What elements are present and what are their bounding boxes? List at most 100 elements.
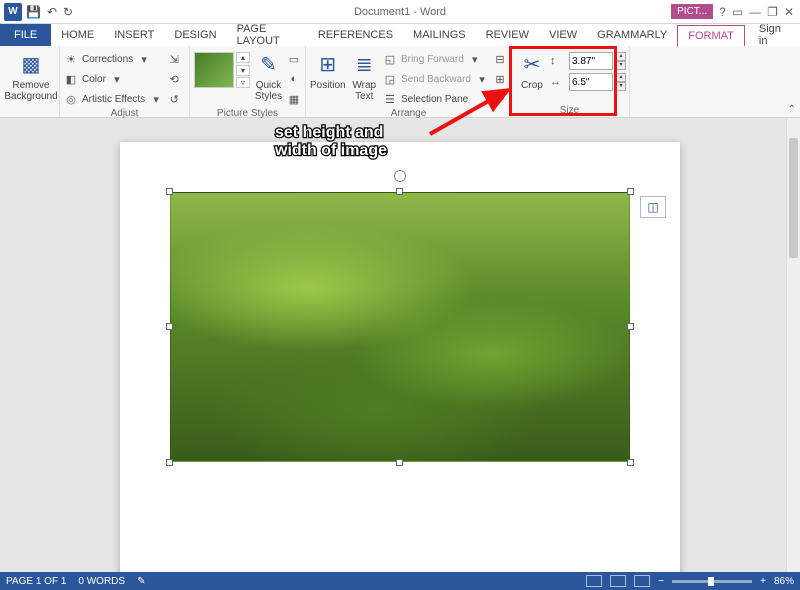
tab-page-layout[interactable]: PAGE LAYOUT [227,24,308,46]
width-input[interactable] [569,73,613,91]
change-picture-button[interactable]: ⟲ [167,70,181,88]
reset-icon: ↺ [167,92,181,106]
crop-button[interactable]: ✂ Crop [518,48,546,91]
tab-review[interactable]: REVIEW [476,24,539,46]
web-layout-icon[interactable] [634,575,650,587]
position-icon: ⊞ [314,50,342,78]
height-up-icon[interactable]: ▴ [616,52,626,61]
selection-pane-icon: ☰ [383,92,397,106]
tab-references[interactable]: REFERENCES [308,24,403,46]
annotation-line1: set height and [275,124,387,142]
contextual-tab-label: PICT... [671,4,713,19]
vertical-scrollbar[interactable] [786,118,800,572]
close-icon[interactable]: ✕ [784,5,794,19]
print-layout-icon[interactable] [610,575,626,587]
position-button[interactable]: ⊞ Position [310,48,346,91]
width-up-icon[interactable]: ▴ [616,73,626,82]
tab-home[interactable]: HOME [51,24,104,46]
color-label: Color [82,74,106,85]
picture-styles-gallery[interactable]: ▴ ▾ ▿ [194,48,250,88]
crop-icon: ✂ [518,50,546,78]
undo-icon[interactable]: ↶ [47,5,57,19]
chevron-down-icon: ▾ [149,92,163,106]
quick-styles-label: Quick Styles [255,80,282,102]
zoom-out-button[interactable]: − [658,576,664,587]
resize-handle-tl[interactable] [166,188,173,195]
color-button[interactable]: ◧Color▾ [64,70,163,88]
document-canvas: ◫ [0,118,800,572]
tab-file[interactable]: FILE [0,24,51,46]
height-input[interactable] [569,52,613,70]
ribbon: ▩ Remove Background ☀Corrections▾ ◧Color… [0,46,800,118]
help-icon[interactable]: ? [719,5,726,19]
proofing-icon[interactable]: ✎ [137,576,145,587]
gallery-down-icon[interactable]: ▾ [236,65,250,76]
read-mode-icon[interactable] [586,575,602,587]
minimize-icon[interactable]: — [749,5,761,19]
annotation-arrow-icon [420,84,520,144]
artistic-effects-button[interactable]: ◎Artistic Effects▾ [64,90,163,108]
collapse-ribbon-icon[interactable]: ⌃ [788,104,796,115]
chevron-down-icon: ▾ [468,52,482,66]
group-label-remove-bg [4,116,55,117]
send-backward-label: Send Backward [401,74,471,85]
tab-insert[interactable]: INSERT [104,24,164,46]
style-thumb[interactable] [194,52,234,88]
tab-grammarly[interactable]: GRAMMARLY [587,24,677,46]
layout-icon: ▦ [287,92,301,106]
wrap-text-icon: ≣ [350,50,378,78]
ribbon-display-options-icon[interactable]: ▭ [732,5,743,19]
scrollbar-thumb[interactable] [789,138,798,258]
rotate-handle[interactable] [394,170,406,182]
resize-handle-br[interactable] [627,459,634,466]
ribbon-tabs: FILE HOME INSERT DESIGN PAGE LAYOUT REFE… [0,24,800,46]
wrap-text-button[interactable]: ≣ Wrap Text [350,48,379,102]
align-button[interactable]: ⊟ [493,50,507,68]
height-icon: ↕ [550,55,566,67]
width-down-icon[interactable]: ▾ [616,82,626,91]
tab-view[interactable]: VIEW [539,24,587,46]
remove-background-button[interactable]: ▩ Remove Background [4,48,58,102]
height-field-row: ↕ ▴▾ [550,52,626,70]
restore-icon[interactable]: ❐ [767,5,778,19]
sign-in-link[interactable]: Sign in [745,24,800,46]
height-down-icon[interactable]: ▾ [616,61,626,70]
reset-picture-button[interactable]: ↺ [167,90,181,108]
title-bar: W 💾 ↶ ↻ Document1 - Word PICT... ? ▭ — ❐… [0,0,800,24]
artistic-label: Artistic Effects [82,94,145,105]
resize-handle-mr[interactable] [627,323,634,330]
zoom-slider[interactable] [672,580,752,583]
resize-handle-tm[interactable] [396,188,403,195]
inserted-picture[interactable] [170,192,630,462]
document-title: Document1 - Word [354,6,446,18]
redo-icon[interactable]: ↻ [63,5,73,19]
compress-icon: ⇲ [167,52,181,66]
word-count[interactable]: 0 WORDS [78,576,125,587]
resize-handle-bm[interactable] [396,459,403,466]
status-bar: PAGE 1 OF 1 0 WORDS ✎ − + 86% [0,572,800,590]
quick-styles-button[interactable]: ✎ Quick Styles [254,48,283,102]
tab-format[interactable]: FORMAT [677,25,745,47]
selected-image[interactable]: ◫ [170,192,630,462]
tab-design[interactable]: DESIGN [164,24,226,46]
resize-handle-tr[interactable] [627,188,634,195]
gallery-up-icon[interactable]: ▴ [236,52,250,63]
picture-effects-button[interactable]: ◐ [287,70,301,88]
layout-options-button[interactable]: ◫ [640,196,666,218]
tab-mailings[interactable]: MAILINGS [403,24,476,46]
zoom-level[interactable]: 86% [774,576,794,587]
picture-border-button[interactable]: ▭ [287,50,301,68]
zoom-in-button[interactable]: + [760,576,766,587]
resize-handle-ml[interactable] [166,323,173,330]
zoom-slider-knob[interactable] [708,577,714,586]
compress-pictures-button[interactable]: ⇲ [167,50,181,68]
bring-forward-icon: ◱ [383,52,397,66]
bring-forward-button[interactable]: ◱Bring Forward▾ [383,50,489,68]
picture-layout-button[interactable]: ▦ [287,90,301,108]
gallery-more-icon[interactable]: ▿ [236,77,250,88]
save-icon[interactable]: 💾 [26,5,41,19]
resize-handle-bl[interactable] [166,459,173,466]
corrections-button[interactable]: ☀Corrections▾ [64,50,163,68]
page-indicator[interactable]: PAGE 1 OF 1 [6,576,66,587]
layout-options-icon: ◫ [647,200,658,214]
